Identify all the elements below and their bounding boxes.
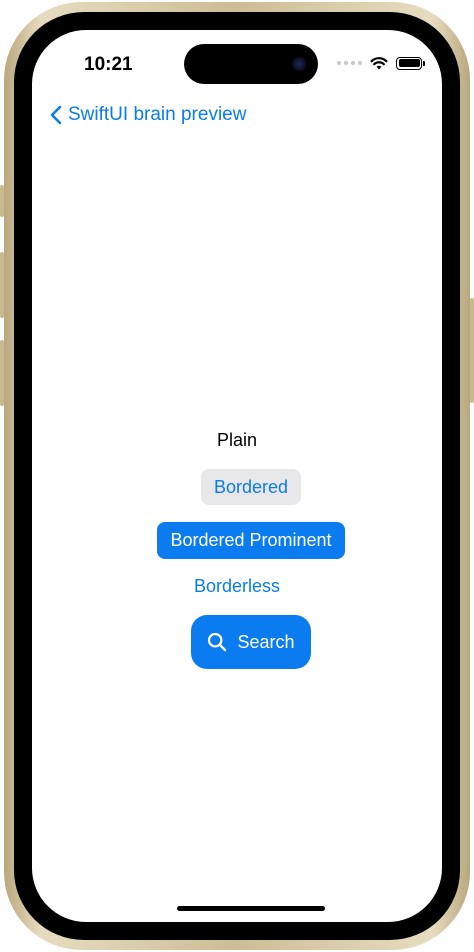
power-button [470, 298, 474, 403]
search-button[interactable]: Search [191, 615, 311, 669]
bordered-prominent-button[interactable]: Bordered Prominent [157, 522, 345, 559]
search-button-label: Search [237, 631, 295, 652]
iphone-device: 10:21 SwiftUI brain preview Plain Border… [0, 0, 474, 952]
magnifying-glass-icon [208, 632, 227, 652]
screen: 10:21 SwiftUI brain preview Plain Border… [32, 30, 442, 922]
device-bezel: 10:21 SwiftUI brain preview Plain Border… [14, 12, 460, 940]
bordered-button[interactable]: Bordered [201, 469, 301, 505]
button-styles-list: Plain Bordered Bordered Prominent Border… [32, 30, 442, 922]
bordered-prominent-button-label: Bordered Prominent [170, 530, 332, 550]
device-frame: 10:21 SwiftUI brain preview Plain Border… [4, 2, 470, 950]
borderless-button[interactable]: Borderless [32, 576, 442, 597]
plain-button[interactable]: Plain [32, 430, 442, 451]
home-indicator[interactable] [177, 906, 325, 911]
bordered-button-label: Bordered [213, 476, 289, 497]
